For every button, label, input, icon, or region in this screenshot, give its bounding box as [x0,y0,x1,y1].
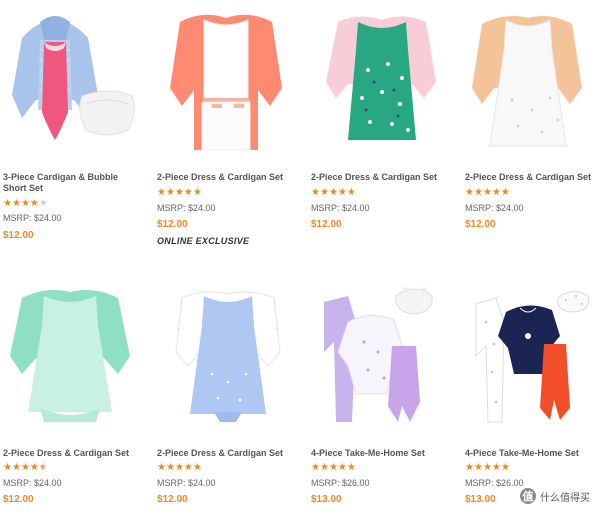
msrp-price: MSRP: $26.00 [465,478,524,488]
product-image[interactable] [154,0,302,155]
sale-price: $12.00 [157,494,188,505]
product-image[interactable] [308,0,456,155]
product-title[interactable]: 4-Piece Take-Me-Home Set [465,448,600,459]
sale-price: $12.00 [3,230,34,241]
star-icon: ★ [29,462,39,473]
star-icon: ★ [311,187,320,198]
star-icon: ★ [157,462,166,473]
star-rating: ★★★★★ [3,462,48,473]
star-icon: ★ [465,187,474,198]
star-icon: ★ [11,462,21,473]
product-title-line[interactable]: 4-Piece Take-Me-Home Set [311,448,456,459]
star-icon: ★ [465,462,474,473]
star-icon: ★ [482,187,492,198]
product-title-line[interactable]: 4-Piece Take-Me-Home Set [465,448,600,459]
star-icon: ★ [311,462,320,473]
star-icon: ★ [500,462,510,473]
star-icon: ★ [337,187,347,198]
msrp-price: MSRP: $24.00 [3,213,62,223]
star-icon: ★ [20,462,30,473]
star-icon: ★ [473,462,483,473]
product-title[interactable]: 3-Piece Cardigan & Bubble Short Set [3,172,148,194]
product-title-line[interactable]: 2-Piece Dress & Cardigan Set [465,172,600,183]
star-rating: ★★★★★ [3,198,48,209]
product-title-line[interactable]: 2-Piece Dress & Cardigan Set [157,448,302,459]
msrp-price: MSRP: $24.00 [465,203,524,213]
product-image[interactable] [0,282,148,437]
msrp-price: MSRP: $26.00 [311,478,370,488]
msrp-price: MSRP: $24.00 [3,478,62,488]
product-title[interactable]: 2-Piece Dress & Cardigan Set [311,172,456,183]
star-icon: ★ [491,462,501,473]
star-icon: ★ [3,198,12,209]
product-title-line[interactable]: 2-Piece Dress & Cardigan Set [311,172,456,183]
star-icon: ★ [500,187,510,198]
star-icon: ★ [29,198,39,209]
star-icon: ★ [174,187,184,198]
star-icon: ★ [337,462,347,473]
product-title-line[interactable]: Short Set [3,183,148,194]
star-icon: ★ [491,187,501,198]
star-icon: ★ [183,462,193,473]
sale-price: $12.00 [311,219,342,230]
watermark-logo-icon: 值 [520,488,536,504]
star-icon: ★ [3,462,12,473]
product-image[interactable] [462,282,600,437]
online-exclusive-badge: ONLINE EXCLUSIVE [157,236,250,246]
msrp-price: MSRP: $24.00 [157,203,216,213]
star-rating: ★★★★★ [157,462,202,473]
star-icon: ★ [473,187,483,198]
sale-price: $12.00 [465,219,496,230]
star-rating: ★★★★★ [465,187,510,198]
star-icon: ★ [165,187,175,198]
star-icon: ★ [157,187,166,198]
product-title-line[interactable]: 2-Piece Dress & Cardigan Set [3,448,148,459]
product-title-line[interactable]: 2-Piece Dress & Cardigan Set [157,172,302,183]
sale-price: $12.00 [157,219,188,230]
star-icon: ★ [174,462,184,473]
product-image[interactable] [0,0,148,155]
product-title[interactable]: 2-Piece Dress & Cardigan Set [465,172,600,183]
sale-price: $13.00 [465,494,496,505]
product-grid: 3-Piece Cardigan & Bubble Short Set ★★★★… [0,0,600,512]
star-icon: ★ [192,187,202,198]
sale-price: $13.00 [311,494,342,505]
star-icon: ★ [11,198,21,209]
star-icon: ★ [346,462,356,473]
product-image[interactable] [154,282,302,437]
star-icon: ★ [38,462,48,473]
star-icon: ★ [192,462,202,473]
watermark-text: 什么值得买 [540,492,590,504]
star-rating: ★★★★★ [311,187,356,198]
star-icon: ★ [38,198,48,209]
star-icon: ★ [165,462,175,473]
star-icon: ★ [183,187,193,198]
watermark: 值 什么值得买 [516,486,594,506]
product-image[interactable] [308,282,456,437]
product-title[interactable]: 4-Piece Take-Me-Home Set [311,448,456,459]
star-icon: ★ [319,187,329,198]
msrp-price: MSRP: $24.00 [157,478,216,488]
star-icon: ★ [328,187,338,198]
star-rating: ★★★★★ [465,462,510,473]
star-rating: ★★★★★ [157,187,202,198]
star-icon: ★ [482,462,492,473]
sale-price: $12.00 [3,494,34,505]
product-title[interactable]: 2-Piece Dress & Cardigan Set [157,172,302,183]
msrp-price: MSRP: $24.00 [311,203,370,213]
star-icon: ★ [319,462,329,473]
product-title[interactable]: 2-Piece Dress & Cardigan Set [157,448,302,459]
product-image[interactable] [462,0,600,155]
star-icon: ★ [20,198,30,209]
star-rating: ★★★★★ [311,462,356,473]
star-icon: ★ [346,187,356,198]
star-icon: ★ [328,462,338,473]
product-title-line[interactable]: 3-Piece Cardigan & Bubble [3,172,148,183]
product-title[interactable]: 2-Piece Dress & Cardigan Set [3,448,148,459]
